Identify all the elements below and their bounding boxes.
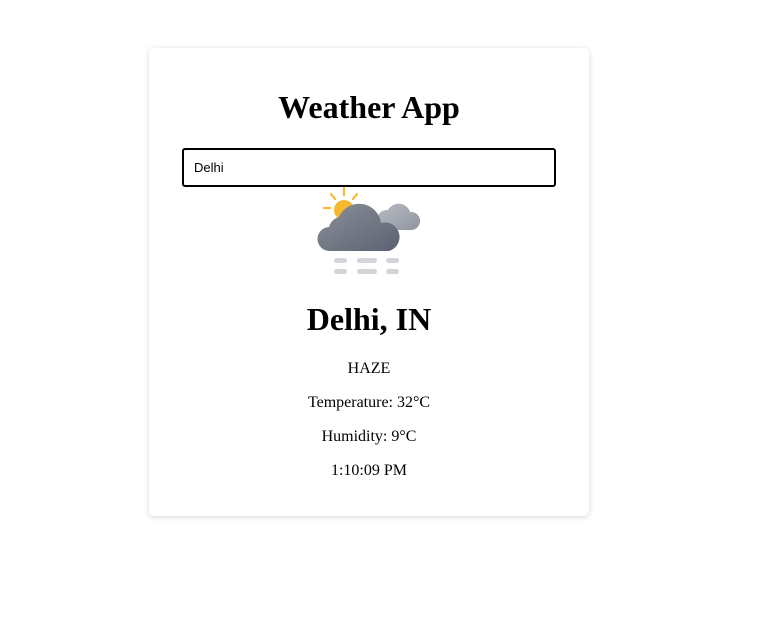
city-name: Delhi, IN (306, 301, 432, 337)
humidity-text: Humidity: 9°C (321, 428, 417, 445)
haze-cloud-icon (317, 186, 421, 274)
time-text: 1:10:09 PM (330, 462, 407, 479)
weather-description: HAZE (347, 360, 391, 377)
city-search-input[interactable] (182, 148, 556, 187)
app-title: Weather App (278, 89, 460, 125)
weather-card: Weather App Delhi Delhi, IN HAZE Tempera… (149, 48, 589, 516)
temperature-text: Temperature: 32°C (307, 394, 431, 411)
